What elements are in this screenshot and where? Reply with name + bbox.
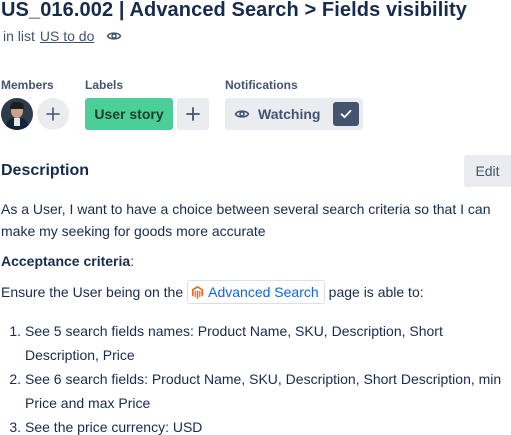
watch-label: Watching xyxy=(258,106,321,122)
notifications-label: Notifications xyxy=(225,78,298,92)
ensure-line: Ensure the User being on the Advanced Se… xyxy=(1,280,424,304)
eye-icon xyxy=(106,28,122,44)
ensure-before: Ensure the User being on the xyxy=(1,284,184,300)
description-heading: Description xyxy=(1,162,90,179)
card-title[interactable]: US_016.002 | Advanced Search > Fields vi… xyxy=(1,0,467,22)
list-location: in list US to do xyxy=(3,28,122,44)
list-item-number: 3. xyxy=(9,419,21,435)
list-item-text: See 6 search fields: Product Name, SKU, … xyxy=(25,371,502,411)
avatar-hair xyxy=(10,102,24,109)
plus-icon xyxy=(46,107,60,121)
list-item: 2. See 6 search fields: Product Name, SK… xyxy=(1,367,511,415)
list-item-text: See the price currency: USD xyxy=(25,419,203,435)
advanced-search-link-text: Advanced Search xyxy=(208,284,319,300)
description-intro: As a User, I want to have a choice betwe… xyxy=(1,201,491,239)
acceptance-criteria-line: Acceptance criteria: xyxy=(1,250,134,272)
acceptance-criteria-heading: Acceptance criteria xyxy=(1,253,131,269)
avatar-collar xyxy=(14,118,20,126)
eye-icon xyxy=(234,110,250,118)
watching-checkbox[interactable] xyxy=(333,102,359,126)
in-list-prefix: in list xyxy=(3,28,35,44)
magento-logo-icon xyxy=(192,285,204,299)
add-label-button[interactable] xyxy=(177,98,209,130)
add-member-button[interactable] xyxy=(37,98,69,130)
avatar[interactable] xyxy=(1,98,33,130)
label-user-story[interactable]: User story xyxy=(85,98,173,130)
watch-button[interactable]: Watching xyxy=(225,98,363,130)
list-link[interactable]: US to do xyxy=(40,28,94,44)
edit-description-button[interactable]: Edit xyxy=(464,155,511,187)
plus-icon xyxy=(186,107,200,121)
ensure-after: page is able to: xyxy=(328,284,424,300)
labels-label: Labels xyxy=(85,78,124,92)
list-item-number: 1. xyxy=(9,323,21,339)
members-label: Members xyxy=(1,78,54,92)
criteria-colon: : xyxy=(130,253,135,269)
list-item: 3. See the price currency: USD xyxy=(1,415,511,435)
check-icon xyxy=(340,109,352,119)
list-item: 1. See 5 search fields names: Product Na… xyxy=(1,319,511,367)
acceptance-criteria-list: 1. See 5 search fields names: Product Na… xyxy=(1,319,511,435)
list-item-number: 2. xyxy=(9,371,21,387)
advanced-search-link[interactable]: Advanced Search xyxy=(187,280,325,304)
list-item-text: See 5 search fields names: Product Name,… xyxy=(25,323,443,363)
